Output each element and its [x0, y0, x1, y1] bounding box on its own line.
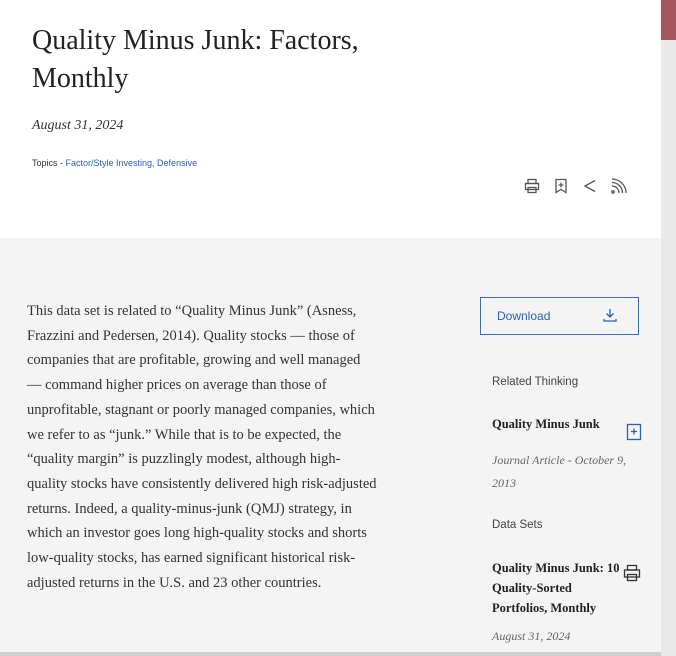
rss-icon[interactable]	[609, 176, 629, 196]
print-icon[interactable]	[622, 563, 642, 583]
bookmark-icon[interactable]	[624, 422, 644, 442]
related-article-meta: Journal Article - October 9, 2013	[492, 453, 627, 490]
dataset-date: August 31, 2024	[492, 629, 571, 643]
topics-prefix: Topics -	[32, 158, 66, 168]
topics-links[interactable]: Factor/Style Investing, Defensive	[66, 158, 198, 168]
related-thinking-label: Related Thinking	[492, 376, 579, 388]
scrollbar-thumb[interactable]	[661, 0, 676, 40]
article-actions	[522, 176, 629, 196]
print-icon[interactable]	[522, 176, 542, 196]
download-button[interactable]: Download	[480, 297, 639, 335]
article-body: This data set is related to “Quality Min…	[27, 303, 377, 591]
share-icon[interactable]	[580, 176, 600, 196]
bookmark-icon[interactable]	[551, 176, 571, 196]
dataset-title[interactable]: Quality Minus Junk: 10 Quality-Sorted Po…	[492, 558, 622, 618]
article-header: Quality Minus Junk: Factors, Monthly Aug…	[0, 0, 661, 238]
page-title: Quality Minus Junk: Factors, Monthly	[32, 25, 359, 94]
download-icon	[602, 307, 618, 326]
content-area: This data set is related to “Quality Min…	[0, 238, 661, 656]
publish-date: August 31, 2024	[32, 118, 124, 133]
scrollbar[interactable]	[661, 0, 676, 656]
topics-line: Topics - Factor/Style Investing, Defensi…	[32, 158, 197, 168]
related-article-title[interactable]: Quality Minus Junk	[492, 414, 600, 434]
download-label: Download	[497, 309, 551, 323]
data-sets-label: Data Sets	[492, 519, 543, 531]
bottom-divider	[0, 652, 661, 656]
